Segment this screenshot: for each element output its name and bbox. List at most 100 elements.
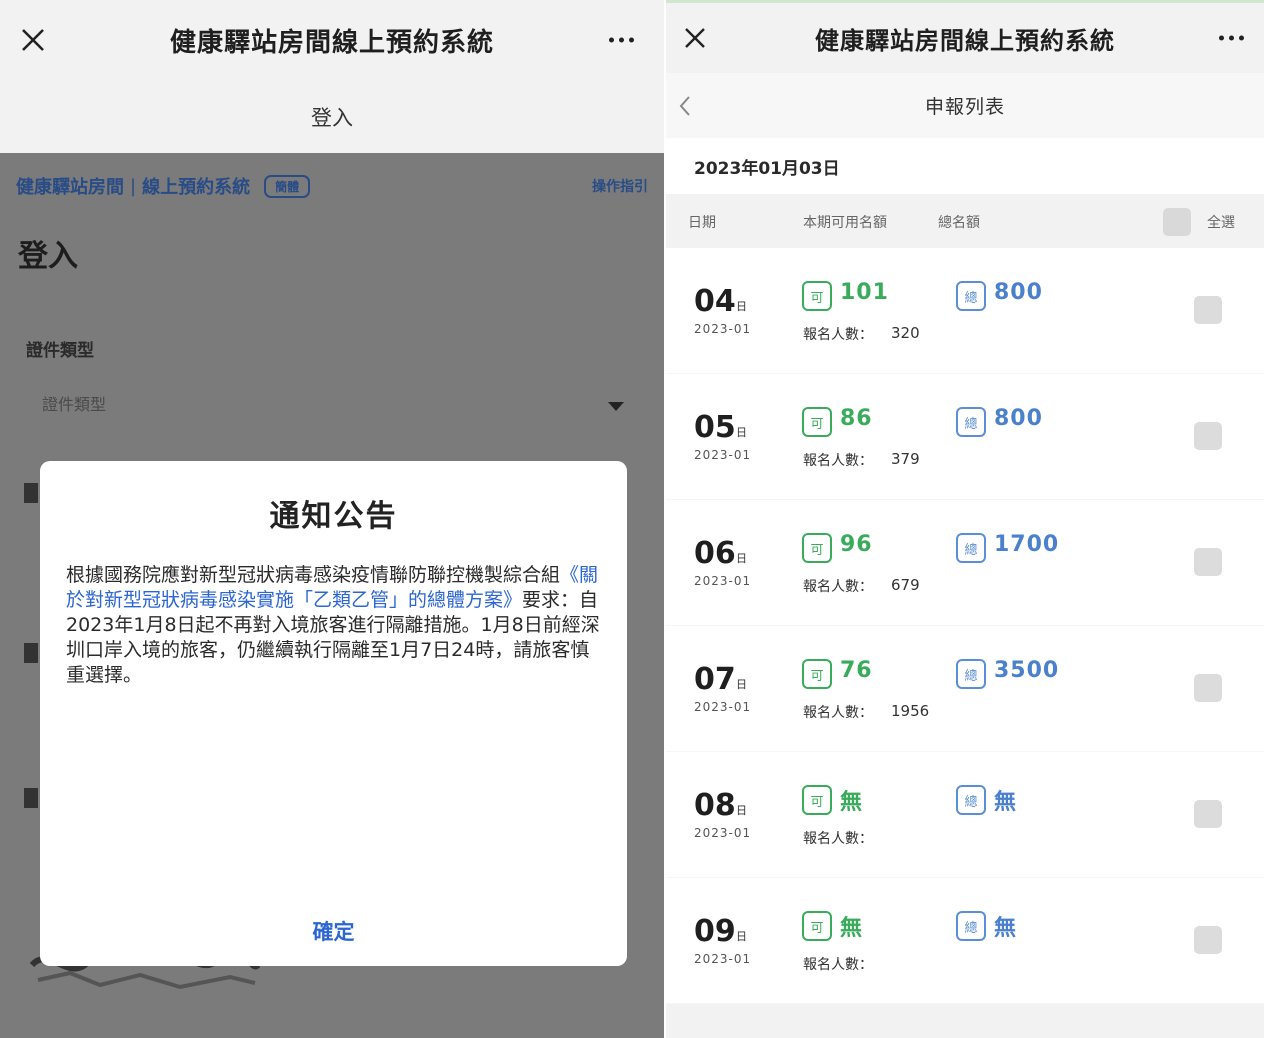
row-year-month: 2023-01 — [694, 322, 752, 336]
row-day-unit: 日 — [736, 300, 747, 313]
row-day: 04 — [694, 284, 736, 319]
row-checkbox[interactable] — [1194, 422, 1222, 450]
registered-label: 報名人數： — [803, 705, 873, 721]
registered-label: 報名人數： — [803, 957, 873, 973]
available-count: 無 — [840, 916, 864, 941]
row-checkbox[interactable] — [1194, 548, 1222, 576]
col-available: 本期可用名額 — [803, 215, 887, 231]
app-title-bar: 健康驛站房間線上預約系統 — [666, 3, 1264, 73]
available-count: 101 — [840, 280, 889, 305]
id-type-placeholder: 證件類型 — [42, 395, 107, 414]
notice-text-1: 根據國務院應對新型冠狀病毒感染疫情聯防聯控機製綜合組 — [66, 564, 561, 586]
site-subtitle: 線上預約系統 — [142, 177, 251, 198]
total-tag: 總 — [956, 533, 986, 563]
registered-count: 379 — [891, 450, 920, 468]
available-count: 96 — [840, 532, 873, 557]
site-brand: 健康驛站房間 — [16, 177, 124, 198]
available-tag: 可 — [802, 659, 832, 689]
row-checkbox[interactable] — [1194, 800, 1222, 828]
back-icon[interactable] — [678, 95, 692, 117]
table-header: 日期 本期可用名額 總名額 全選 — [666, 196, 1264, 248]
row-day: 07 — [694, 662, 736, 697]
available-tag: 可 — [802, 281, 832, 311]
available-count: 無 — [840, 790, 864, 815]
total-count: 800 — [994, 280, 1043, 305]
site-separator: | — [130, 175, 137, 197]
total-tag: 總 — [956, 911, 986, 941]
more-icon[interactable] — [609, 37, 634, 43]
available-tag: 可 — [802, 407, 832, 437]
row-year-month: 2023-01 — [694, 700, 752, 714]
available-count: 86 — [840, 406, 873, 431]
row-day-unit: 日 — [736, 804, 747, 817]
registered-label: 報名人數： — [803, 453, 873, 469]
registered-count: 320 — [891, 324, 920, 342]
id-type-select[interactable]: 證件類型 — [26, 378, 628, 428]
total-count: 800 — [994, 406, 1043, 431]
table-row: 09 日 2023-01 可 無 總 無 報名人數： — [666, 878, 1264, 1004]
language-badge[interactable]: 簡體 — [264, 174, 311, 198]
page-label: 登入 — [0, 80, 664, 153]
quota-list: 04 日 2023-01 可 101 總 800 報名人數： 320 05 日 … — [666, 248, 1264, 1004]
total-count: 1700 — [994, 532, 1060, 557]
row-year-month: 2023-01 — [694, 826, 752, 840]
hidden-field-marker — [24, 483, 38, 503]
select-all-label[interactable]: 全選 — [1207, 212, 1235, 232]
selected-date: 2023年01月03日 — [666, 138, 1264, 194]
row-day: 05 — [694, 410, 736, 445]
row-checkbox[interactable] — [1194, 296, 1222, 324]
table-row: 08 日 2023-01 可 無 總 無 報名人數： — [666, 752, 1264, 878]
row-day: 08 — [694, 788, 736, 823]
id-type-label: 證件類型 — [26, 341, 94, 361]
select-all-checkbox[interactable] — [1163, 208, 1191, 236]
row-day-unit: 日 — [736, 426, 747, 439]
close-icon[interactable] — [682, 25, 708, 51]
row-day-unit: 日 — [736, 930, 747, 943]
registered-label: 報名人數： — [803, 831, 873, 847]
login-heading: 登入 — [18, 239, 78, 274]
total-count: 無 — [994, 916, 1018, 941]
total-tag: 總 — [956, 407, 986, 437]
row-year-month: 2023-01 — [694, 574, 752, 588]
app-title: 健康驛站房間線上預約系統 — [815, 26, 1115, 55]
row-checkbox[interactable] — [1194, 674, 1222, 702]
guide-link[interactable]: 操作指引 — [592, 176, 648, 196]
hidden-field-marker — [24, 788, 38, 808]
col-date: 日期 — [688, 215, 716, 231]
available-count: 76 — [840, 658, 873, 683]
nav-bar: 申報列表 — [666, 73, 1264, 138]
total-count: 3500 — [994, 658, 1060, 683]
notice-dialog: 通知公告 根據國務院應對新型冠狀病毒感染疫情聯防聯控機製綜合組《關於對新型冠狀病… — [40, 461, 627, 966]
close-icon[interactable] — [20, 27, 46, 53]
site-header: 健康驛站房間 | 線上預約系統 簡體 操作指引 — [16, 173, 648, 199]
row-year-month: 2023-01 — [694, 448, 752, 462]
available-tag: 可 — [802, 533, 832, 563]
more-icon[interactable] — [1219, 35, 1244, 41]
available-tag: 可 — [802, 911, 832, 941]
row-day: 09 — [694, 914, 736, 949]
app-title-bar: 健康驛站房間線上預約系統 — [0, 0, 664, 80]
table-row: 04 日 2023-01 可 101 總 800 報名人數： 320 — [666, 248, 1264, 374]
table-row: 06 日 2023-01 可 96 總 1700 報名人數： 679 — [666, 500, 1264, 626]
notice-body: 根據國務院應對新型冠狀病毒感染疫情聯防聯控機製綜合組《關於對新型冠狀病毒感染實施… — [66, 563, 601, 688]
app-title: 健康驛站房間線上預約系統 — [169, 27, 494, 58]
total-tag: 總 — [956, 281, 986, 311]
row-day-unit: 日 — [736, 678, 747, 691]
table-row: 05 日 2023-01 可 86 總 800 報名人數： 379 — [666, 374, 1264, 500]
hidden-field-marker — [24, 643, 38, 663]
declaration-list-screen: 健康驛站房間線上預約系統 申報列表 2023年01月03日 日期 本期可用名額 … — [666, 0, 1264, 1038]
nav-title: 申報列表 — [924, 96, 1005, 118]
notice-title: 通知公告 — [269, 499, 398, 534]
registered-count: 679 — [891, 576, 920, 594]
row-checkbox[interactable] — [1194, 926, 1222, 954]
table-row: 07 日 2023-01 可 76 總 3500 報名人數： 1956 — [666, 626, 1264, 752]
col-total: 總名額 — [938, 215, 980, 231]
registered-count: 1956 — [891, 702, 930, 720]
chevron-down-icon — [608, 402, 624, 411]
total-tag: 總 — [956, 785, 986, 815]
total-tag: 總 — [956, 659, 986, 689]
row-day-unit: 日 — [736, 552, 747, 565]
confirm-button[interactable]: 確定 — [313, 916, 355, 946]
registered-label: 報名人數： — [803, 327, 873, 343]
available-tag: 可 — [802, 785, 832, 815]
